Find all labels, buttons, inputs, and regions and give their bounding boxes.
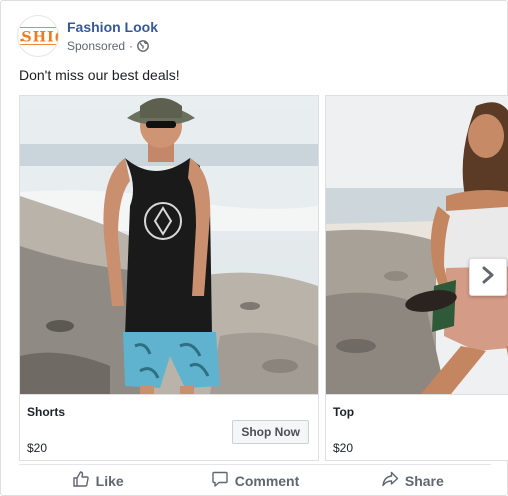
- sponsored-label[interactable]: Sponsored: [67, 38, 125, 54]
- post-meta: Sponsored ·: [67, 38, 158, 54]
- comment-icon: [211, 470, 235, 491]
- like-label: Like: [95, 472, 124, 489]
- product-price: $20: [27, 441, 48, 455]
- product-carousel: Shorts $20 Shop Now Top $20: [19, 95, 508, 461]
- like-icon: [72, 470, 96, 491]
- product-photo[interactable]: [326, 96, 508, 394]
- like-button[interactable]: Like: [19, 465, 176, 496]
- product-photo[interactable]: [20, 96, 318, 394]
- post-message: Don't miss our best deals!: [19, 67, 180, 83]
- share-icon: [381, 470, 405, 491]
- brand-logo: SHI . (: [19, 26, 58, 46]
- product-price: $20: [333, 441, 354, 455]
- post-header: SHI . ( Fashion Look Sponsored ·: [17, 15, 158, 57]
- logo-text: SHI: [21, 30, 54, 46]
- page-avatar[interactable]: SHI . (: [17, 15, 59, 57]
- comment-label: Comment: [234, 472, 300, 489]
- svg-text:(: (: [54, 30, 58, 46]
- shop-now-button[interactable]: Shop Now: [232, 420, 309, 444]
- post-actions: Like Comment Share: [19, 464, 491, 496]
- product-title[interactable]: Shorts: [27, 405, 65, 419]
- sponsored-post: SHI . ( Fashion Look Sponsored · Don't m…: [0, 0, 508, 496]
- comment-button[interactable]: Comment: [176, 465, 333, 496]
- carousel-card[interactable]: Shorts $20 Shop Now: [19, 95, 319, 461]
- carousel-next-button[interactable]: [469, 258, 507, 296]
- share-button[interactable]: Share: [334, 465, 491, 496]
- product-title[interactable]: Top: [333, 405, 354, 419]
- post-header-info: Fashion Look Sponsored ·: [67, 18, 158, 54]
- card-details: Shorts $20 Shop Now: [20, 394, 318, 460]
- globe-icon[interactable]: [137, 40, 149, 52]
- chevron-right-icon: [480, 266, 496, 289]
- svg-text:.: .: [19, 30, 24, 46]
- page-name-link[interactable]: Fashion Look: [67, 18, 158, 36]
- share-label: Share: [404, 472, 444, 489]
- meta-separator: ·: [129, 39, 134, 53]
- card-details: Top $20: [326, 394, 508, 460]
